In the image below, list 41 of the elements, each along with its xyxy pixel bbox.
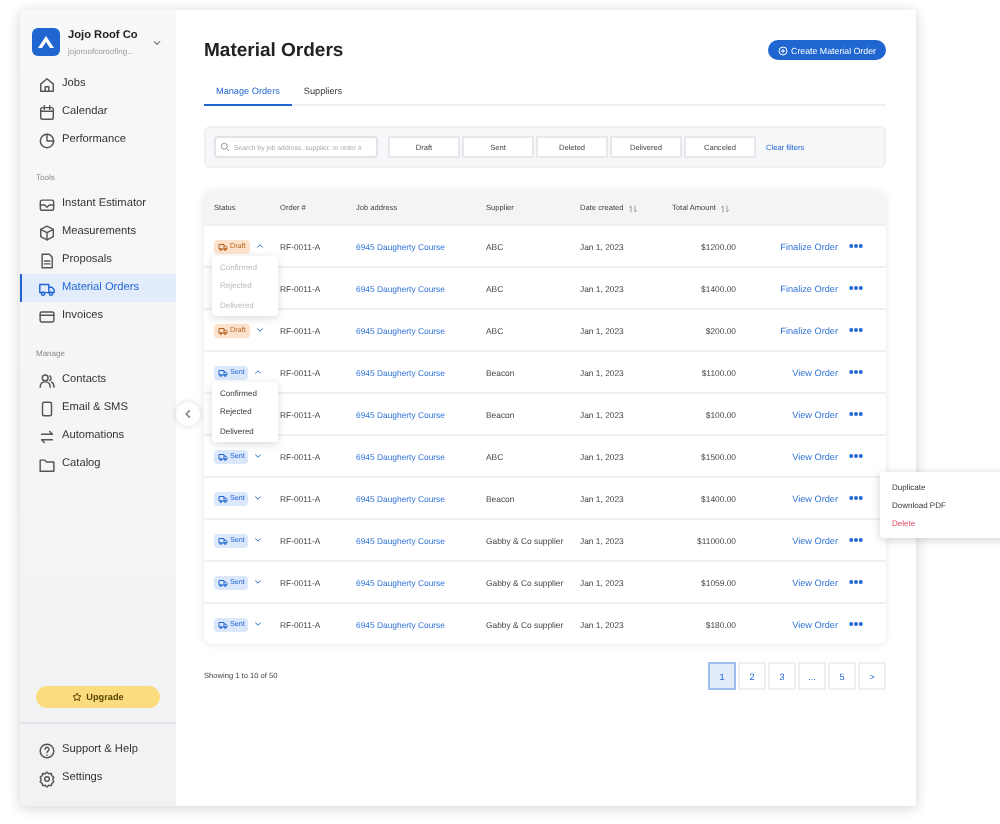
arrows-icon [38, 427, 56, 445]
collapse-button[interactable] [176, 402, 200, 426]
chevron-down-icon[interactable] [252, 492, 265, 504]
card-icon [38, 307, 56, 325]
more-icon[interactable] [848, 448, 864, 464]
more-icon[interactable] [848, 616, 864, 632]
envelope-icon [38, 195, 56, 213]
home-icon [38, 75, 56, 93]
chevron-down-icon[interactable] [252, 450, 265, 462]
sort-icon [627, 203, 638, 213]
folder-icon [38, 455, 56, 473]
chevron-down-icon[interactable] [253, 324, 266, 336]
settings-icon [38, 769, 56, 787]
cube-icon [38, 223, 56, 241]
chevron-down-icon[interactable] [252, 576, 265, 588]
more-icon[interactable] [848, 490, 864, 506]
chevron-left-icon [182, 408, 194, 420]
sort-icon [719, 203, 730, 213]
plus-icon [777, 45, 788, 55]
more-icon[interactable] [848, 280, 864, 296]
help-icon [38, 741, 56, 759]
chevron-up-icon[interactable] [253, 240, 266, 252]
page-title: Material Orders [204, 39, 344, 61]
chevron-down-icon[interactable] [252, 534, 265, 546]
phone-icon [38, 399, 56, 417]
calendar-icon [38, 103, 56, 121]
more-icon[interactable] [848, 532, 864, 548]
pie-chart-icon [38, 131, 56, 149]
more-icon[interactable] [848, 574, 864, 590]
more-icon[interactable] [848, 406, 864, 422]
document-icon [38, 251, 56, 269]
more-icon[interactable] [848, 322, 864, 338]
truck-icon [38, 279, 56, 297]
chevron-down-icon [149, 35, 164, 49]
chevron-up-icon[interactable] [252, 366, 265, 378]
more-icon[interactable] [848, 238, 864, 254]
chevron-down-icon[interactable] [252, 618, 265, 630]
star-icon [72, 692, 83, 702]
logo-icon [32, 28, 60, 56]
person-icon [38, 371, 56, 389]
more-icon[interactable] [848, 364, 864, 380]
